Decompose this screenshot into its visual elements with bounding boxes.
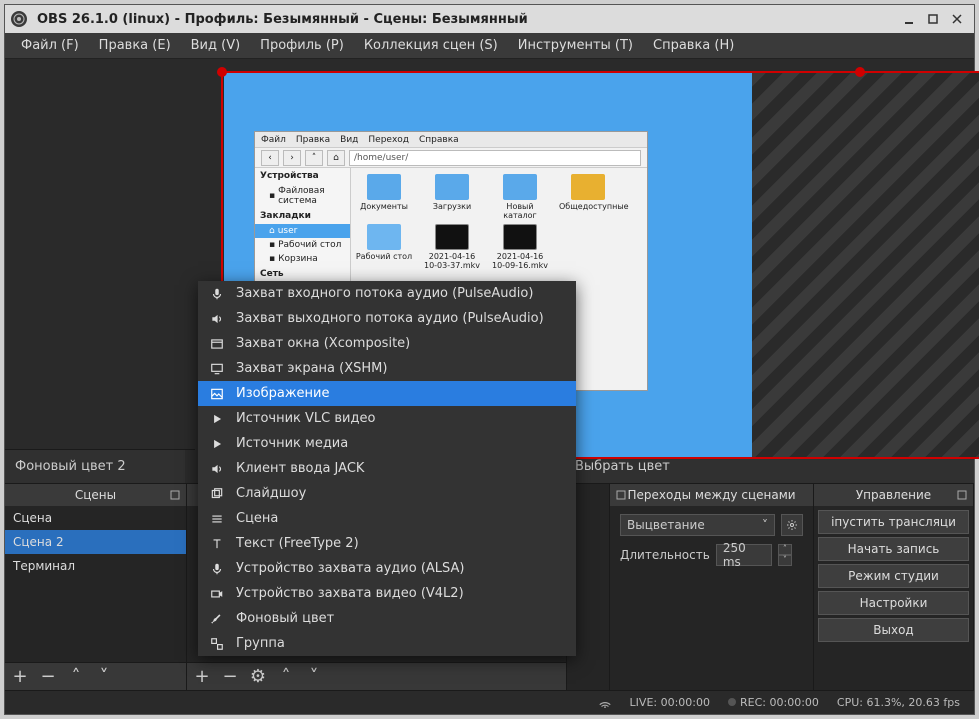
- live-status: LIVE: 00:00:00: [630, 696, 710, 709]
- scene-list[interactable]: СценаСцена 2Терминал: [5, 506, 186, 662]
- context-menu-item[interactable]: Захват входного потока аудио (PulseAudio…: [198, 281, 576, 306]
- context-menu-item[interactable]: Источник медиа: [198, 431, 576, 456]
- add-scene-button[interactable]: +: [11, 666, 29, 687]
- context-menu-item[interactable]: Устройство захвата аудио (ALSA): [198, 556, 576, 581]
- transitions-dock: Переходы между сценами Выцветание˅ Длите…: [610, 484, 814, 690]
- popout-icon[interactable]: [614, 488, 628, 502]
- close-button[interactable]: [946, 8, 968, 30]
- status-bar: LIVE: 00:00:00 REC: 00:00:00 CPU: 61.3%,…: [5, 690, 974, 714]
- source-down-button[interactable]: ˅: [305, 666, 323, 687]
- add-source-menu: Захват входного потока аудио (PulseAudio…: [198, 281, 576, 656]
- control-button[interactable]: Начать запись: [818, 537, 969, 561]
- duration-label: Длительность: [620, 548, 710, 562]
- menu-edit[interactable]: Правка (E): [89, 34, 181, 57]
- minimize-button[interactable]: [898, 8, 920, 30]
- context-menu-item[interactable]: Захват экрана (XSHM): [198, 356, 576, 381]
- scene-up-button[interactable]: ˄: [67, 666, 85, 687]
- source-props-button[interactable]: ⚙: [249, 666, 267, 687]
- add-source-button[interactable]: +: [193, 666, 211, 687]
- titlebar: OBS 26.1.0 (linux) - Профиль: Безымянный…: [5, 5, 974, 33]
- context-menu-item[interactable]: Источник VLC видео: [198, 406, 576, 431]
- spin-down-button[interactable]: ˅: [778, 555, 792, 566]
- menubar: Файл (F) Правка (E) Вид (V) Профиль (P) …: [5, 33, 974, 59]
- broadcast-icon: [598, 696, 612, 710]
- scene-item[interactable]: Сцена 2: [5, 530, 186, 554]
- context-menu-item[interactable]: Изображение: [198, 381, 576, 406]
- scene-item[interactable]: Терминал: [5, 554, 186, 578]
- spin-up-button[interactable]: ˄: [778, 544, 792, 555]
- duration-input[interactable]: 250 ms: [716, 544, 772, 566]
- control-button[interactable]: іпустить трансляци: [818, 510, 969, 534]
- transition-settings-button[interactable]: [781, 514, 803, 536]
- window-title: OBS 26.1.0 (linux) - Профиль: Безымянный…: [37, 12, 528, 27]
- context-menu-item[interactable]: Группа: [198, 631, 576, 656]
- slides-icon: [208, 485, 226, 503]
- resize-handle[interactable]: [217, 67, 227, 77]
- mic-icon: [208, 285, 226, 303]
- menu-view[interactable]: Вид (V): [181, 34, 251, 57]
- brush-icon: [208, 610, 226, 628]
- dock-title: Управление: [856, 488, 931, 502]
- cpu-status: CPU: 61.3%, 20.63 fps: [837, 696, 960, 709]
- context-menu-item[interactable]: Клиент ввода JACK: [198, 456, 576, 481]
- spk-icon: [208, 310, 226, 328]
- control-button[interactable]: Режим студии: [818, 564, 969, 588]
- rec-dot-icon: [728, 698, 736, 706]
- control-button[interactable]: Выход: [818, 618, 969, 642]
- obs-logo-icon: [11, 11, 27, 27]
- img-icon: [208, 385, 226, 403]
- popout-icon[interactable]: [168, 488, 182, 502]
- scene-item[interactable]: Сцена: [5, 506, 186, 530]
- win-icon: [208, 335, 226, 353]
- controls-dock: Управление іпустить трансляци Начать запи…: [814, 484, 974, 690]
- menu-help[interactable]: Справка (H): [643, 34, 744, 57]
- menu-tools[interactable]: Инструменты (T): [508, 34, 643, 57]
- play-icon: [208, 435, 226, 453]
- remove-source-button[interactable]: −: [221, 666, 239, 687]
- context-menu-item[interactable]: Слайдшоу: [198, 481, 576, 506]
- menu-profile[interactable]: Профиль (P): [250, 34, 354, 57]
- context-menu-item[interactable]: Текст (FreeType 2): [198, 531, 576, 556]
- maximize-button[interactable]: [922, 8, 944, 30]
- rec-status: REC: 00:00:00: [740, 696, 819, 709]
- resize-handle[interactable]: [855, 67, 865, 77]
- context-menu-item[interactable]: Сцена: [198, 506, 576, 531]
- dock-title: Переходы между сценами: [627, 488, 795, 502]
- control-button[interactable]: Настройки: [818, 591, 969, 615]
- context-menu-item[interactable]: Захват окна (Xcomposite): [198, 331, 576, 356]
- transition-select[interactable]: Выцветание˅: [620, 514, 775, 536]
- play-icon: [208, 410, 226, 428]
- popout-icon[interactable]: [955, 488, 969, 502]
- menu-scene-collection[interactable]: Коллекция сцен (S): [354, 34, 508, 57]
- dock-title: Сцены: [75, 488, 116, 502]
- source-up-button[interactable]: ˄: [277, 666, 295, 687]
- context-menu-item[interactable]: Захват выходного потока аудио (PulseAudi…: [198, 306, 576, 331]
- scene-icon: [208, 510, 226, 528]
- scenes-dock: Сцены СценаСцена 2Терминал + − ˄ ˅: [5, 484, 187, 690]
- scene-down-button[interactable]: ˅: [95, 666, 113, 687]
- mon-icon: [208, 360, 226, 378]
- menu-file[interactable]: Файл (F): [11, 34, 89, 57]
- cam-icon: [208, 585, 226, 603]
- spk-icon: [208, 460, 226, 478]
- group-icon: [208, 635, 226, 653]
- remove-scene-button[interactable]: −: [39, 666, 57, 687]
- text-icon: [208, 535, 226, 553]
- context-menu-item[interactable]: Устройство захвата видео (V4L2): [198, 581, 576, 606]
- mic-icon: [208, 560, 226, 578]
- context-menu-item[interactable]: Фоновый цвет: [198, 606, 576, 631]
- property-label: Фоновый цвет 2: [5, 450, 185, 483]
